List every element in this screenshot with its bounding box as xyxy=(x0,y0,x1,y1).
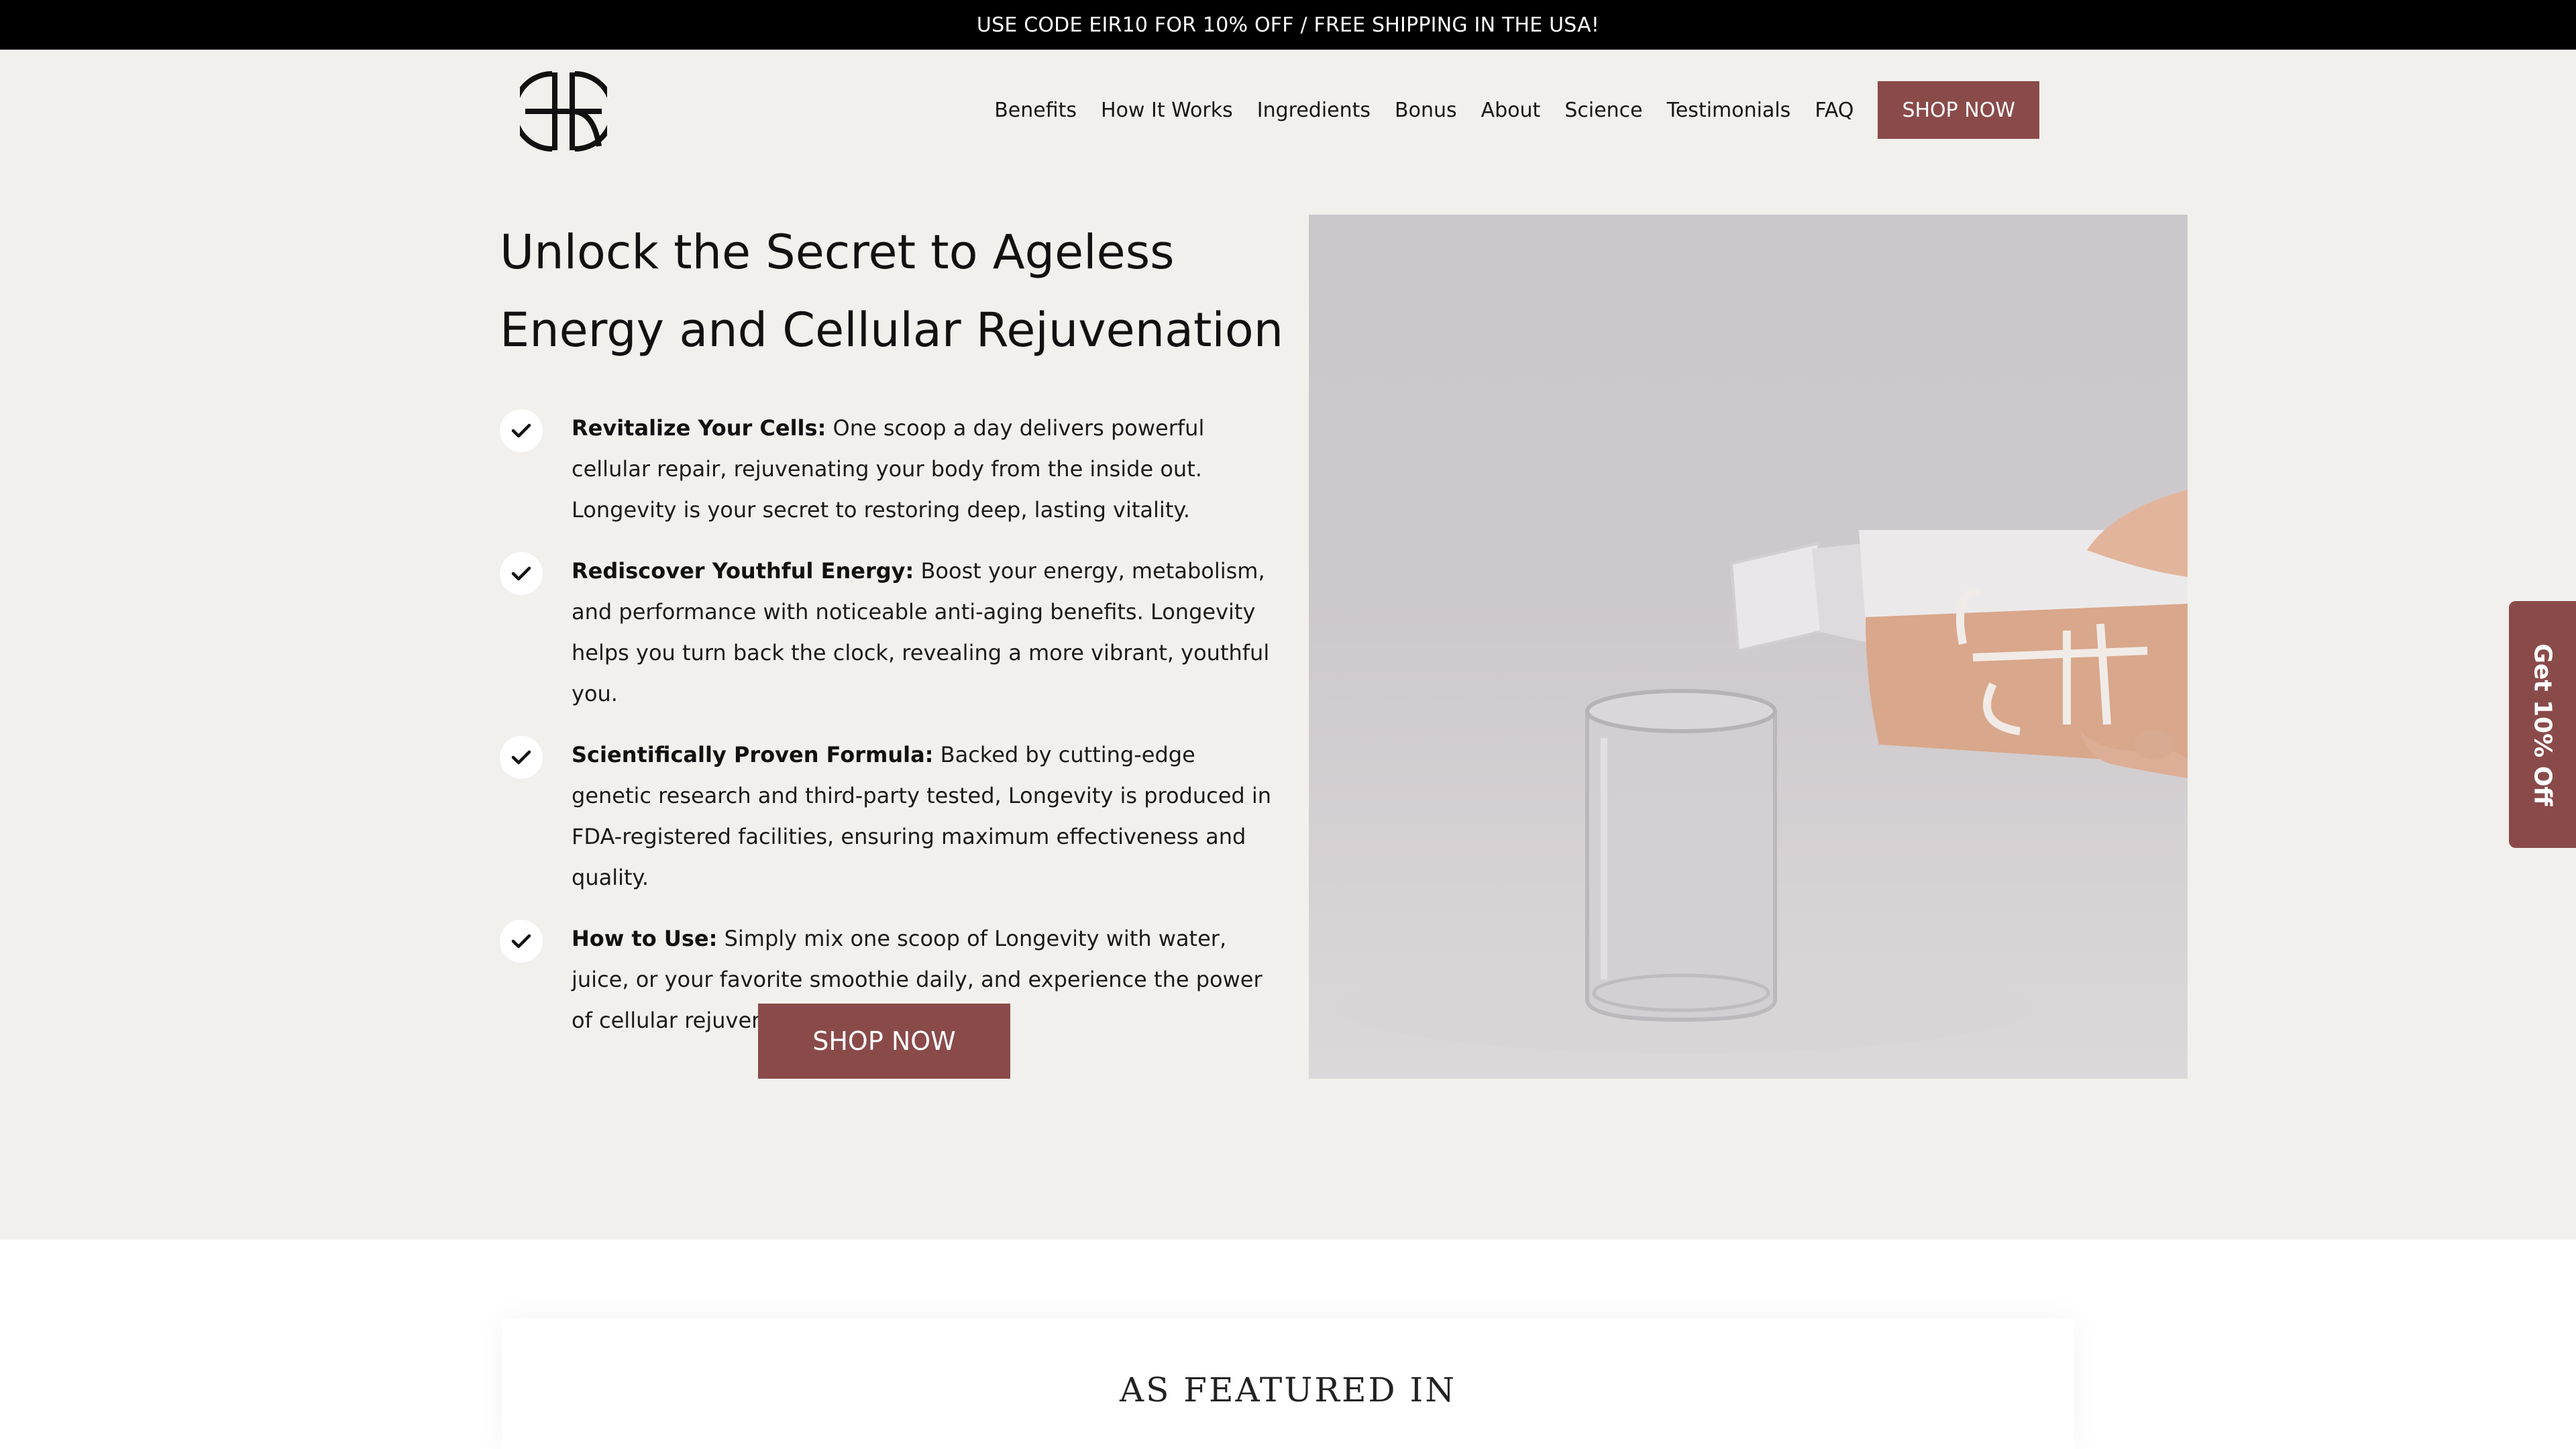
benefit-item: Rediscover Youthful Energy: Boost your e… xyxy=(500,551,1278,714)
get-discount-label: Get 10% Off xyxy=(2528,643,2557,806)
nav-faq[interactable]: FAQ xyxy=(1815,99,1854,122)
site-header: Benefits How It Works Ingredients Bonus … xyxy=(0,50,2576,170)
nav-about[interactable]: About xyxy=(1481,99,1541,122)
eir-monogram-logo[interactable] xyxy=(512,70,615,153)
check-icon xyxy=(500,920,543,963)
benefits-list: Revitalize Your Cells: One scoop a day d… xyxy=(500,408,1278,1061)
hero-title-line-1: Unlock the Secret to Ageless xyxy=(500,225,1175,280)
nav-testimonials[interactable]: Testimonials xyxy=(1667,99,1791,122)
featured-card: AS FEATURED IN xyxy=(502,1318,2074,1449)
announcement-bar: USE CODE EIR10 FOR 10% OFF / FREE SHIPPI… xyxy=(0,0,2576,50)
check-icon xyxy=(500,409,543,452)
benefit-item: Scientifically Proven Formula: Backed by… xyxy=(500,735,1278,898)
main-nav: Benefits How It Works Ingredients Bonus … xyxy=(994,80,2039,140)
nav-how-it-works[interactable]: How It Works xyxy=(1101,99,1233,122)
hero-title: Unlock the Secret to Ageless Energy and … xyxy=(500,213,1291,369)
benefit-title: Scientifically Proven Formula: xyxy=(572,742,934,767)
check-icon xyxy=(500,736,543,779)
get-discount-tab[interactable]: Get 10% Off xyxy=(2509,601,2576,848)
header-shop-now-button[interactable]: SHOP NOW xyxy=(1878,81,2039,139)
announcement-text: USE CODE EIR10 FOR 10% OFF / FREE SHIPPI… xyxy=(976,13,1600,37)
nav-bonus[interactable]: Bonus xyxy=(1395,99,1457,122)
check-icon xyxy=(500,552,543,595)
product-pour-image xyxy=(1309,215,2188,1079)
nav-science[interactable]: Science xyxy=(1564,99,1642,122)
benefit-title: Revitalize Your Cells: xyxy=(572,415,826,441)
benefit-item: Revitalize Your Cells: One scoop a day d… xyxy=(500,408,1278,531)
hero-shop-now-button[interactable]: SHOP NOW xyxy=(758,1004,1010,1079)
nav-benefits[interactable]: Benefits xyxy=(994,99,1077,122)
hero-title-line-2: Energy and Cellular Rejuvenation xyxy=(500,303,1284,358)
benefit-title: Rediscover Youthful Energy: xyxy=(572,558,914,584)
benefit-title: How to Use: xyxy=(572,926,718,951)
featured-title: AS FEATURED IN xyxy=(1120,1371,1456,1409)
nav-ingredients[interactable]: Ingredients xyxy=(1257,99,1371,122)
